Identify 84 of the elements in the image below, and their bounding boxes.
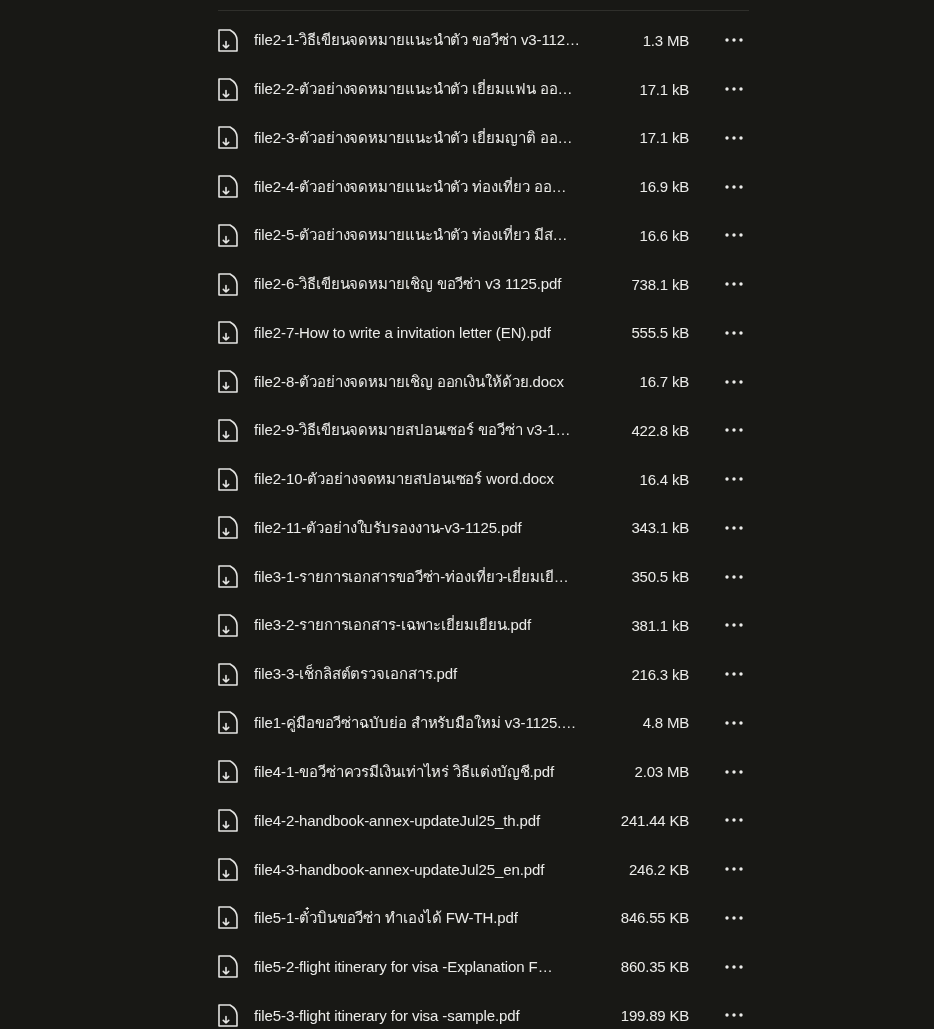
file-download-icon: [218, 175, 238, 199]
file-download-icon: [218, 613, 238, 637]
file-download-icon: [218, 760, 238, 784]
file-download-icon: [218, 857, 238, 881]
file-size: 241.44 KB: [620, 811, 689, 829]
file-size: 17.1 kB: [639, 80, 689, 98]
more-icon: [725, 964, 743, 969]
file-download-icon: [218, 662, 238, 686]
file-size: 1.3 MB: [642, 31, 689, 49]
more-icon: [725, 818, 743, 823]
file-name[interactable]: file3-1-รายการเอกสารขอวีซ่า-ท่องเที่ยว-เยี่ยมเยี…: [254, 564, 632, 589]
file-size: 199.89 KB: [620, 1006, 689, 1024]
file-name[interactable]: file4-3-handbook-annex-updateJul25_en.pdf: [254, 860, 629, 878]
more-icon: [725, 38, 743, 43]
file-size: 216.3 kB: [631, 665, 689, 683]
file-download-icon: [218, 808, 238, 832]
file-download-icon: [218, 272, 238, 296]
file-size: 350.5 kB: [631, 568, 689, 586]
more-icon: [725, 282, 743, 287]
file-size: 422.8 kB: [631, 421, 689, 439]
more-icon: [725, 87, 743, 92]
file-name[interactable]: file2-5-ตัวอย่างจดหมายแนะนำตัว ท่องเที่ยว มีส…: [254, 223, 640, 248]
more-icon: [725, 233, 743, 238]
file-name[interactable]: file5-3-flight itinerary for visa -sample.pdf: [254, 1006, 621, 1024]
file-download-icon: [218, 77, 238, 101]
more-icon: [725, 769, 743, 774]
file-size: 16.6 kB: [639, 226, 689, 244]
more-icon: [725, 135, 743, 140]
file-name[interactable]: file3-3-เช็กลิสต์ตรวจเอกสาร.pdf: [254, 662, 632, 687]
file-name[interactable]: file2-6-วิธีเขียนจดหมายเชิญ ขอวีซ่า v3 1125.pdf: [254, 272, 632, 297]
file-name[interactable]: file5-1-ตั๋วบินขอวีซ่า ทำเองได้ FW-TH.pdf: [254, 905, 621, 930]
file-size: 738.1 kB: [631, 275, 689, 293]
file-name[interactable]: file2-2-ตัวอย่างจดหมายแนะนำตัว เยี่ยมแฟน ออ…: [254, 77, 640, 102]
file-download-icon: [218, 321, 238, 345]
file-name[interactable]: file2-7-How to write a invitation letter (EN).pdf: [254, 324, 632, 342]
file-size: 846.55 KB: [620, 909, 689, 927]
file-size: 343.1 kB: [631, 519, 689, 537]
file-size: 381.1 kB: [631, 616, 689, 634]
file-name[interactable]: file2-9-วิธีเขียนจดหมายสปอนเซอร์ ขอวีซ่า v3-1…: [254, 418, 632, 443]
file-download-icon: [218, 955, 238, 979]
more-icon: [725, 672, 743, 677]
file-size: 4.8 MB: [642, 714, 689, 732]
file-download-icon: [218, 565, 238, 589]
file-size: 2.03 MB: [634, 763, 689, 781]
file-download-icon: [218, 370, 238, 394]
file-download-icon: [218, 28, 238, 52]
file-name[interactable]: file2-10-ตัวอย่างจดหมายสปอนเซอร์ word.docx: [254, 467, 640, 492]
file-name[interactable]: file2-3-ตัวอย่างจดหมายแนะนำตัว เยี่ยมญาติ ออ…: [254, 125, 640, 150]
file-name[interactable]: file4-1-ขอวีซ่าควรมีเงินเท่าไหร่ วิธีแต่งบัญชี.pdf: [254, 759, 635, 784]
file-download-icon: [218, 418, 238, 442]
file-name[interactable]: file2-4-ตัวอย่างจดหมายแนะนำตัว ท่องเที่ยว ออ…: [254, 174, 640, 199]
file-size: 555.5 kB: [631, 324, 689, 342]
file-size: 16.4 kB: [639, 470, 689, 488]
more-icon: [725, 428, 743, 433]
file-download-icon: [218, 467, 238, 491]
more-icon: [725, 867, 743, 872]
more-icon: [725, 525, 743, 530]
file-name[interactable]: file2-11-ตัวอย่างใบรับรองงาน-v3-1125.pdf: [254, 515, 632, 540]
file-size: 16.9 kB: [639, 178, 689, 196]
file-name[interactable]: file2-8-ตัวอย่างจดหมายเชิญ ออกเงินให้ด้วย.docx: [254, 369, 640, 394]
more-icon: [725, 574, 743, 579]
more-icon: [725, 720, 743, 725]
file-download-icon: [218, 516, 238, 540]
file-download-icon: [218, 223, 238, 247]
more-icon: [725, 184, 743, 189]
more-icon: [725, 1013, 743, 1018]
file-download-icon: [218, 126, 238, 150]
file-download-icon: [218, 711, 238, 735]
file-name[interactable]: file2-1-วิธีเขียนจดหมายแนะนำตัว ขอวีซ่า v3-112…: [254, 28, 643, 53]
file-size: 860.35 KB: [620, 958, 689, 976]
file-name[interactable]: file1-คู่มือขอวีซ่าฉบับย่อ สำหรับมือใหม่ v3-1125.…: [254, 710, 643, 735]
more-icon: [725, 623, 743, 628]
file-download-icon: [218, 1003, 238, 1027]
file-name[interactable]: file5-2-flight itinerary for visa -Explanation F…: [254, 958, 621, 976]
more-icon: [725, 330, 743, 335]
file-name[interactable]: file3-2-รายการเอกสาร-เฉพาะเยี่ยมเยียน.pdf: [254, 613, 632, 638]
more-icon: [725, 477, 743, 482]
file-size: 246.2 KB: [628, 860, 689, 878]
more-icon: [725, 915, 743, 920]
file-name[interactable]: file4-2-handbook-annex-updateJul25_th.pdf: [254, 811, 621, 829]
file-size: 16.7 kB: [639, 373, 689, 391]
more-icon: [725, 379, 743, 384]
file-size: 17.1 kB: [639, 129, 689, 147]
file-download-icon: [218, 906, 238, 930]
